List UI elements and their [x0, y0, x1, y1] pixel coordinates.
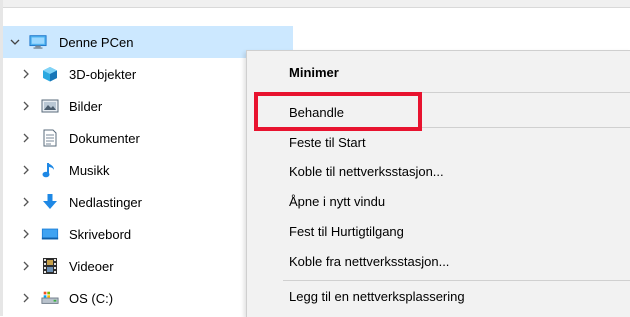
- chevron-right-icon[interactable]: [19, 163, 33, 177]
- context-menu: Minimer Behandle Feste til Start Koble t…: [246, 50, 630, 317]
- chevron-right-icon[interactable]: [19, 131, 33, 145]
- tree-item-label: Musikk: [69, 162, 110, 178]
- videos-icon: [41, 257, 59, 275]
- chevron-down-icon[interactable]: [8, 35, 22, 49]
- menu-item-map-network-drive[interactable]: Koble til nettverksstasjon...: [289, 164, 444, 179]
- menu-item-disconnect-network-drive[interactable]: Koble fra nettverksstasjon...: [289, 254, 449, 269]
- tree-item-label: 3D-objekter: [69, 66, 137, 82]
- tree-item-label: OS (C:): [69, 290, 114, 306]
- downloads-icon: [41, 193, 59, 211]
- chevron-right-icon[interactable]: [19, 291, 33, 305]
- documents-icon: [41, 129, 59, 147]
- drive-icon: [41, 289, 59, 307]
- window-top-edge: [0, 0, 630, 8]
- chevron-right-icon[interactable]: [19, 195, 33, 209]
- highlight-annotation-box: [254, 92, 422, 131]
- chevron-right-icon[interactable]: [19, 227, 33, 241]
- tree-item-label: Bilder: [69, 98, 103, 114]
- tree-item-label: Denne PCen: [59, 34, 134, 50]
- tree-item-label: Skrivebord: [69, 226, 132, 242]
- menu-item-pin-quick-access[interactable]: Fest til Hurtigtilgang: [289, 224, 404, 239]
- menu-item-add-network-location[interactable]: Legg til en nettverksplassering: [289, 289, 465, 304]
- 3d-objects-icon: [41, 65, 59, 83]
- chevron-right-icon[interactable]: [19, 67, 33, 81]
- chevron-right-icon[interactable]: [19, 259, 33, 273]
- tree-item-label: Dokumenter: [69, 130, 140, 146]
- monitor-icon: [29, 33, 47, 51]
- menu-item-pin-to-start[interactable]: Feste til Start: [289, 135, 366, 150]
- menu-item-open-new-window[interactable]: Åpne i nytt vindu: [289, 194, 385, 209]
- tree-item-label: Videoer: [69, 258, 114, 274]
- chevron-right-icon[interactable]: [19, 99, 33, 113]
- pictures-icon: [41, 97, 59, 115]
- tree-item-label: Nedlastinger: [69, 194, 142, 210]
- menu-item-minimize[interactable]: Minimer: [289, 65, 339, 80]
- music-icon: [41, 161, 59, 179]
- menu-separator: [283, 280, 630, 281]
- desktop-icon: [41, 225, 59, 243]
